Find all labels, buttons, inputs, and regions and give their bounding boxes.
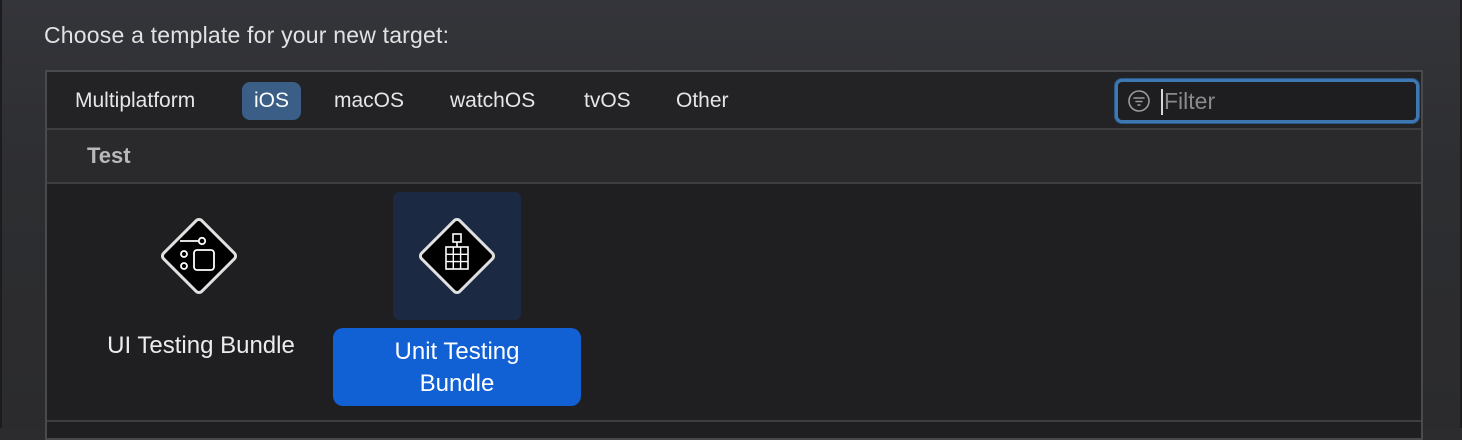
template-grid: UI Testing Bundle Unit Testing Bundle: [47, 184, 1421, 420]
prompt-label: Choose a template for your new target:: [44, 22, 450, 48]
template-chooser-window: Choose a template for your new target: M…: [0, 0, 1462, 440]
tab-multiplatform[interactable]: Multiplatform: [63, 82, 207, 120]
ui-testing-bundle-icon: [160, 217, 238, 295]
filter-icon[interactable]: [1128, 90, 1150, 112]
text-caret: [1161, 89, 1163, 115]
divider: [47, 420, 1421, 422]
template-unit-testing-bundle[interactable]: Unit Testing Bundle: [333, 192, 583, 412]
template-label-line-2: Bundle: [419, 370, 495, 397]
tab-ios[interactable]: iOS: [242, 82, 302, 120]
template-ui-testing-bundle[interactable]: UI Testing Bundle: [67, 192, 335, 412]
section-header-test: Test: [47, 130, 1421, 184]
unit-testing-bundle-icon: [418, 217, 496, 295]
template-tile-selected[interactable]: [393, 192, 521, 320]
template-label: UI Testing Bundle: [107, 332, 295, 359]
platform-tab-bar: Multiplatform iOS macOS watchOS tvOS Oth…: [47, 72, 1421, 130]
filter-input[interactable]: [1164, 85, 1404, 117]
section-title: Test: [87, 143, 131, 168]
filter-field[interactable]: [1115, 79, 1419, 123]
template-label-selected: Unit Testing Bundle: [333, 328, 581, 406]
tab-watchos[interactable]: watchOS: [438, 82, 547, 120]
template-panel: Multiplatform iOS macOS watchOS tvOS Oth…: [45, 70, 1423, 440]
tab-tvos[interactable]: tvOS: [572, 82, 643, 120]
tab-other[interactable]: Other: [664, 82, 741, 120]
template-label-line-1: Unit Testing: [394, 338, 520, 365]
template-tile[interactable]: [135, 192, 263, 320]
tab-macos[interactable]: macOS: [322, 82, 416, 120]
